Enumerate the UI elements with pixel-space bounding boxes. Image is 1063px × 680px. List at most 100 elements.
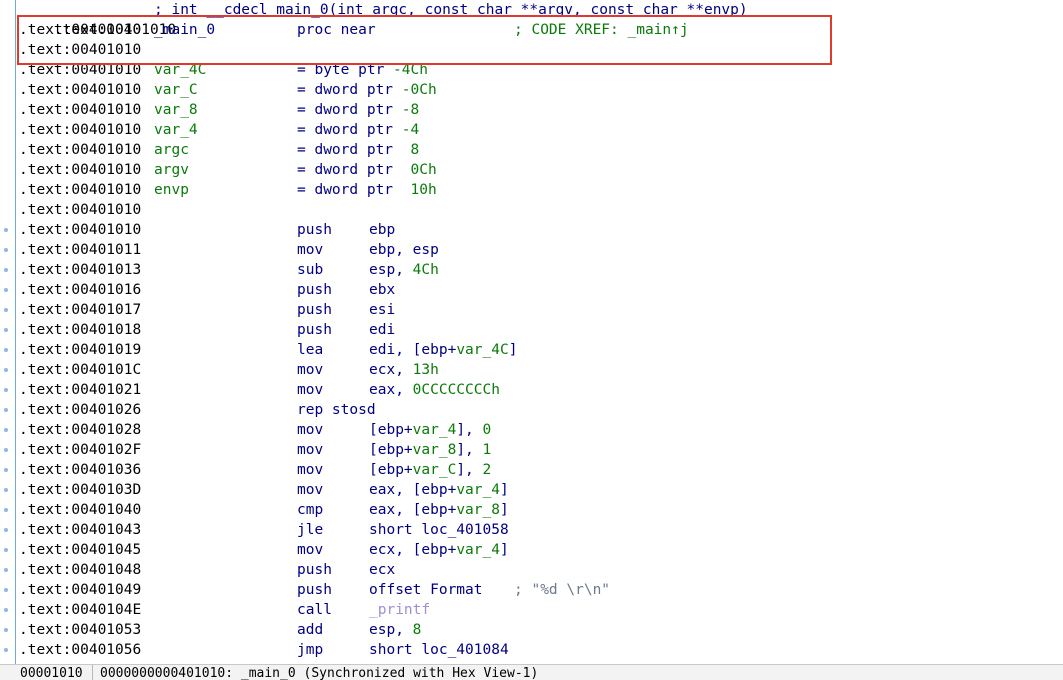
breakpoint-marker-icon[interactable]: [4, 528, 8, 532]
instruction-line[interactable]: .text:00401016 push ebx: [19, 280, 395, 300]
operands[interactable]: short loc_401084: [369, 640, 509, 660]
stack-var-type: = dword ptr -8: [297, 100, 419, 120]
breakpoint-marker-icon[interactable]: [4, 448, 8, 452]
instruction-line[interactable]: .text:00401048 push ecx: [19, 560, 395, 580]
operand-text: [ebp+: [369, 462, 413, 478]
mnemonic: jmp: [297, 642, 324, 658]
operands[interactable]: _printf: [369, 600, 430, 620]
operand-variable: var_8: [412, 442, 457, 458]
stack-var-line[interactable]: .text:00401010 var_8 = dword ptr -8: [19, 100, 419, 120]
stack-var-name[interactable]: var_4: [154, 120, 198, 140]
instruction-line[interactable]: .text:0040102F mov [ebp+var_8], 1: [19, 440, 491, 460]
status-bar: 00001010 0000000000401010: _main_0 (Sync…: [0, 664, 1063, 680]
breakpoint-marker-icon[interactable]: [4, 468, 8, 472]
breakpoint-marker-icon[interactable]: [4, 508, 8, 512]
operands[interactable]: ebx: [369, 280, 395, 300]
instruction-line[interactable]: .text:00401040 cmp eax, [ebp+var_8]: [19, 500, 509, 520]
operands[interactable]: esi: [369, 300, 395, 320]
breakpoint-marker-icon[interactable]: [4, 248, 8, 252]
stack-var-offset: -0Ch: [401, 82, 437, 98]
breakpoint-marker-icon[interactable]: [4, 648, 8, 652]
breakpoint-marker-icon[interactable]: [4, 548, 8, 552]
operands[interactable]: eax, 0CCCCCCCCh: [369, 380, 500, 400]
stack-var-name[interactable]: var_C: [154, 80, 198, 100]
instruction-line[interactable]: .text:00401021 mov eax, 0CCCCCCCCh: [19, 380, 500, 400]
operands[interactable]: short loc_401058: [369, 520, 509, 540]
current-address: 0000000000401010: _main_0 (Synchronized …: [100, 666, 539, 680]
operands[interactable]: esp, 8: [369, 620, 421, 640]
operands[interactable]: edi: [369, 320, 395, 340]
operand-text: esp,: [369, 262, 413, 278]
stack-var-line[interactable]: .text:00401010 envp = dword ptr 10h: [19, 180, 437, 200]
stack-var-line[interactable]: .text:00401010 var_C = dword ptr -0Ch: [19, 80, 437, 100]
instruction-line[interactable]: .text:00401049 push offset Format ; "%d \r\…: [19, 580, 610, 600]
operands[interactable]: ecx: [369, 560, 395, 580]
line-address: .text:0040103D: [19, 482, 142, 498]
operands[interactable]: ebp: [369, 220, 395, 240]
instruction-line[interactable]: .text:00401043 jle short loc_401058: [19, 520, 509, 540]
instruction-line[interactable]: .text:00401018 push edi: [19, 320, 395, 340]
stack-var-type-text: = dword ptr: [297, 102, 394, 118]
instruction-line[interactable]: .text:00401013 sub esp, 4Ch: [19, 260, 439, 280]
breakpoint-marker-icon[interactable]: [4, 228, 8, 232]
stack-var-line[interactable]: .text:00401010 var_4 = dword ptr -4: [19, 120, 419, 140]
breakpoint-marker-icon[interactable]: [4, 608, 8, 612]
operands[interactable]: ecx, [ebp+var_4]: [369, 540, 509, 560]
breakpoint-marker-icon[interactable]: [4, 348, 8, 352]
instruction-line[interactable]: .text:0040101C mov ecx, 13h: [19, 360, 439, 380]
operands[interactable]: edi, [ebp+var_4C]: [369, 340, 517, 360]
breakpoint-marker-icon[interactable]: [4, 428, 8, 432]
operand-number: 2: [482, 462, 492, 478]
breakpoint-marker-icon[interactable]: [4, 288, 8, 292]
blank-line[interactable]: .text:00401010: [19, 200, 141, 220]
operand-variable: var_4: [412, 422, 457, 438]
breakpoint-marker-icon[interactable]: [4, 388, 8, 392]
instruction-line[interactable]: .text:00401010 push ebp: [19, 220, 395, 240]
instruction-line[interactable]: .text:00401026 rep stosd: [19, 400, 376, 420]
breakpoint-marker-icon[interactable]: [4, 628, 8, 632]
breakpoint-marker-icon[interactable]: [4, 488, 8, 492]
breakpoint-marker-icon[interactable]: [4, 588, 8, 592]
breakpoint-marker-icon[interactable]: [4, 408, 8, 412]
stack-var-name[interactable]: var_8: [154, 100, 198, 120]
disassembly-view[interactable]: .text:00401010 ; int __cdecl main_0(int …: [0, 0, 1063, 664]
breakpoint-marker-icon[interactable]: [4, 368, 8, 372]
instruction-line[interactable]: .text:00401017 push esi: [19, 300, 395, 320]
instruction-line[interactable]: .text:00401011 mov ebp, esp: [19, 240, 439, 260]
operands[interactable]: esp, 4Ch: [369, 260, 439, 280]
operands[interactable]: [ebp+var_4], 0: [369, 420, 491, 440]
line-address: .text:00401010: [19, 122, 142, 138]
operands[interactable]: ecx, 13h: [369, 360, 439, 380]
breakpoint-marker-icon[interactable]: [4, 568, 8, 572]
breakpoint-marker-icon[interactable]: [4, 308, 8, 312]
operand-text: esp,: [369, 622, 413, 638]
instruction-line[interactable]: .text:0040104E call _printf: [19, 600, 430, 620]
operands[interactable]: [ebp+var_C], 2: [369, 460, 491, 480]
stack-var-line[interactable]: .text:00401010 argv = dword ptr 0Ch: [19, 160, 437, 180]
stack-var-type: = dword ptr 8: [297, 140, 419, 160]
operands[interactable]: eax, [ebp+var_4]: [369, 480, 509, 500]
stack-var-name[interactable]: argv: [154, 160, 189, 180]
instruction-line[interactable]: .text:00401045 mov ecx, [ebp+var_4]: [19, 540, 509, 560]
stack-var-name[interactable]: argc: [154, 140, 189, 160]
operand-text: ecx,: [369, 362, 413, 378]
stack-var-line[interactable]: .text:00401010 argc = dword ptr 8: [19, 140, 419, 160]
operands[interactable]: eax, [ebp+var_8]: [369, 500, 509, 520]
stack-var-name[interactable]: envp: [154, 180, 189, 200]
instruction-line[interactable]: .text:0040103D mov eax, [ebp+var_4]: [19, 480, 509, 500]
breakpoint-marker-icon[interactable]: [4, 268, 8, 272]
instruction-line[interactable]: .text:00401053 add esp, 8: [19, 620, 421, 640]
breakpoint-marker-icon[interactable]: [4, 328, 8, 332]
operand-text: ebx: [369, 282, 396, 298]
instruction-line[interactable]: .text:00401036 mov [ebp+var_C], 2: [19, 460, 491, 480]
instruction-line[interactable]: .text:00401056 jmp short loc_401084: [19, 640, 509, 660]
operands[interactable]: [ebp+var_8], 1: [369, 440, 491, 460]
instruction-line[interactable]: .text:00401019 lea edi, [ebp+var_4C]: [19, 340, 517, 360]
line-address: .text:00401010: [19, 142, 142, 158]
mnemonic: mov: [297, 362, 324, 378]
mnemonic: mov: [297, 542, 324, 558]
instruction-line[interactable]: .text:00401028 mov [ebp+var_4], 0: [19, 420, 491, 440]
stack-var-type: = dword ptr -0Ch: [297, 80, 437, 100]
operands[interactable]: ebp, esp: [369, 240, 439, 260]
operands[interactable]: offset Format: [369, 580, 483, 600]
